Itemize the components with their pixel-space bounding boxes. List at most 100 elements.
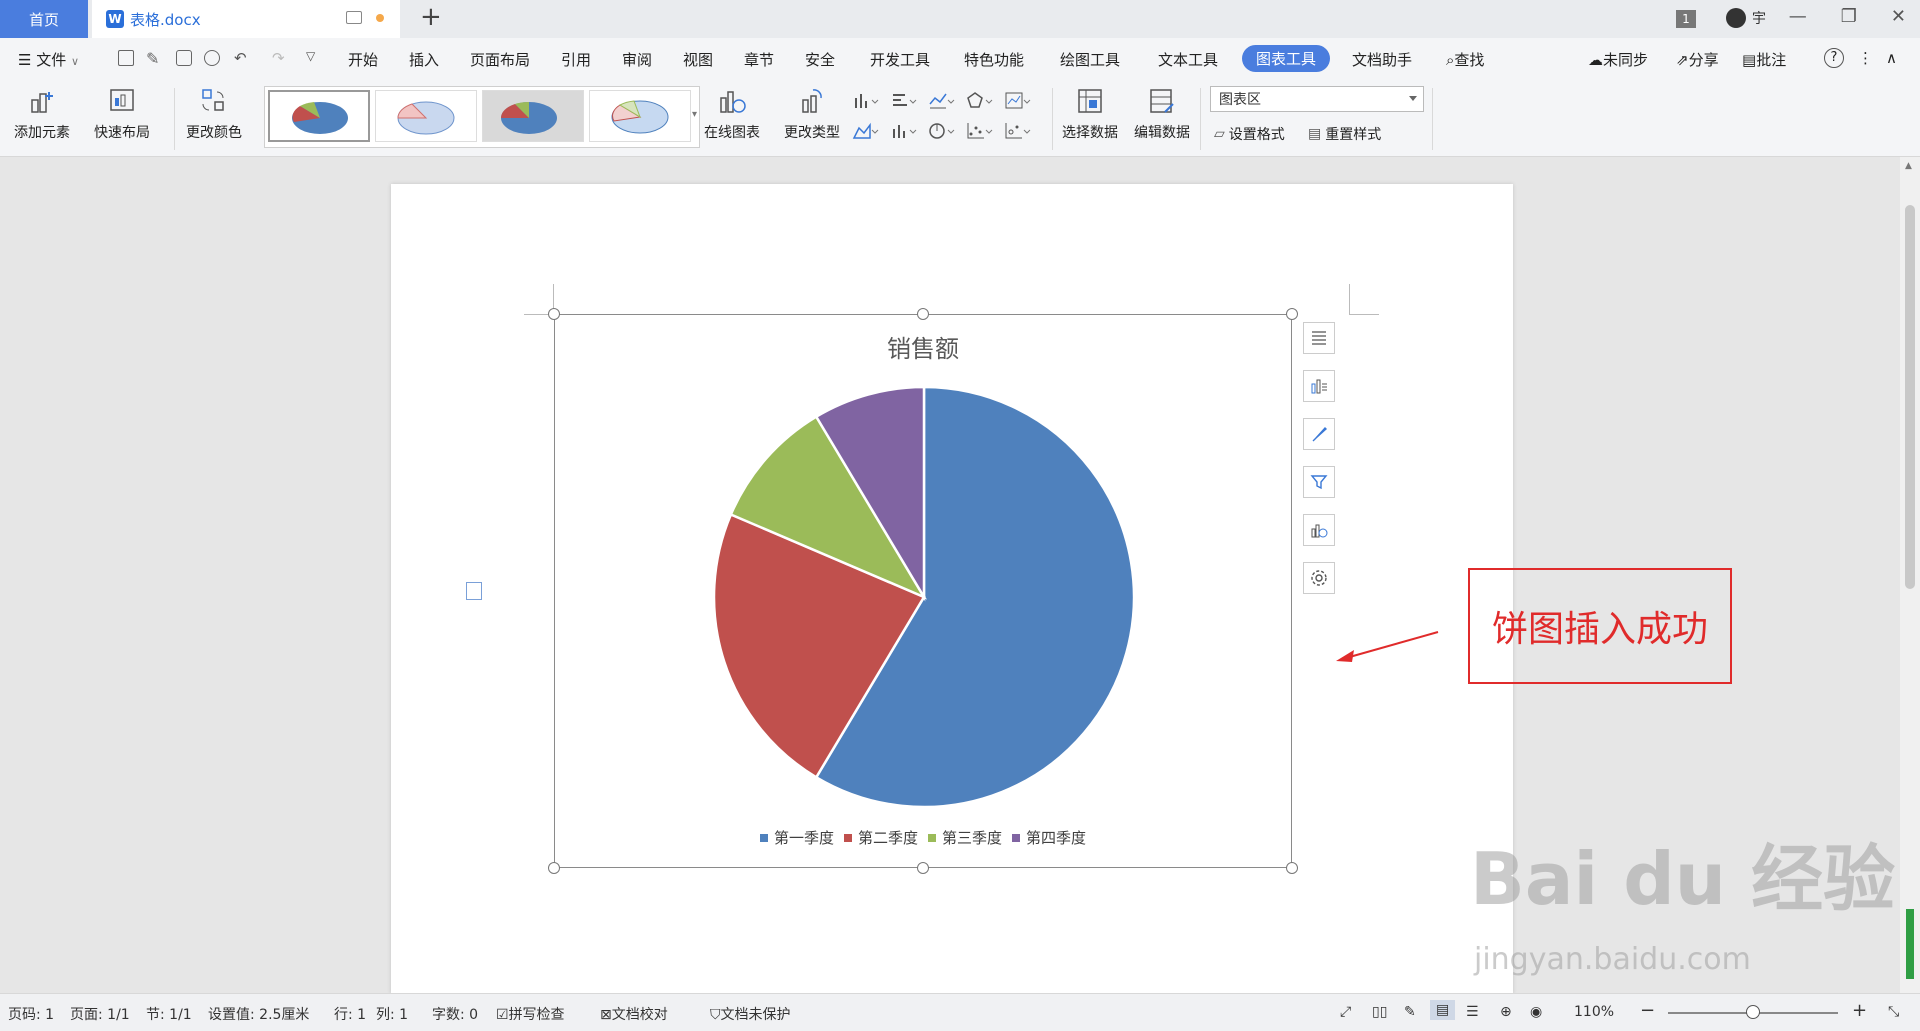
zoom-out-button[interactable]: − bbox=[1640, 1000, 1655, 1021]
outline-view-icon[interactable]: ☰ bbox=[1466, 1004, 1479, 1020]
tab-insert[interactable]: 插入 bbox=[409, 49, 439, 70]
chart-legend[interactable]: 第一季度 第二季度 第三季度 第四季度 bbox=[555, 827, 1291, 848]
tab-developer[interactable]: 开发工具 bbox=[870, 49, 930, 70]
area-chart-icon[interactable] bbox=[852, 120, 880, 142]
zoom-in-button[interactable]: + bbox=[1852, 1000, 1867, 1021]
zoom-level[interactable]: 110% bbox=[1574, 1004, 1614, 1020]
page-view-icon[interactable]: ▤ bbox=[1430, 1000, 1456, 1020]
eye-protection-icon[interactable]: ◉ bbox=[1530, 1004, 1542, 1020]
home-tab[interactable]: 首页 bbox=[0, 0, 88, 38]
share-button[interactable]: ⇗分享 bbox=[1676, 49, 1719, 70]
status-page-number[interactable]: 页码: 1 bbox=[8, 1004, 54, 1024]
resize-handle-bottom-left[interactable] bbox=[548, 862, 560, 874]
window-count-badge[interactable]: 1 bbox=[1676, 10, 1696, 28]
reset-style-button[interactable]: ▤ 重置样式 bbox=[1308, 124, 1381, 144]
resize-handle-top[interactable] bbox=[917, 308, 929, 320]
chart-area[interactable]: 销售额 第一季度 第二季度 第三季度 第四季度 bbox=[554, 314, 1292, 868]
zoom-slider-knob[interactable] bbox=[1746, 1005, 1760, 1019]
status-word-count[interactable]: 字数: 0 bbox=[432, 1004, 478, 1024]
fit-page-icon[interactable]: ⤡ bbox=[1888, 1004, 1899, 1020]
paste-options-icon[interactable] bbox=[466, 582, 482, 600]
status-row[interactable]: 行: 1 bbox=[334, 1004, 366, 1024]
pie-chart-icon[interactable] bbox=[928, 120, 956, 142]
reading-mode-icon[interactable]: ▯▯ bbox=[1372, 1004, 1387, 1020]
new-tab-button[interactable]: + bbox=[420, 2, 442, 32]
close-button[interactable]: ✕ bbox=[1891, 6, 1906, 27]
chart-style-2[interactable] bbox=[375, 90, 477, 142]
chart-brush-button[interactable] bbox=[1303, 418, 1335, 450]
legend-item[interactable]: 第一季度 bbox=[759, 827, 834, 848]
tab-chart-tools[interactable]: 图表工具 bbox=[1242, 45, 1331, 72]
status-pages[interactable]: 页面: 1/1 bbox=[70, 1004, 130, 1024]
write-mode-icon[interactable]: ✎ bbox=[1404, 1004, 1416, 1020]
doc-protect-button[interactable]: ⛉文档未保护 bbox=[710, 1004, 791, 1024]
chart-settings-button[interactable] bbox=[1303, 562, 1335, 594]
doc-proof-button[interactable]: ⊠文档校对 bbox=[600, 1004, 668, 1024]
print-icon[interactable] bbox=[176, 50, 192, 66]
scatter-chart-icon[interactable] bbox=[966, 120, 994, 142]
web-view-icon[interactable]: ⊕ bbox=[1500, 1004, 1512, 1020]
combo-chart-icon[interactable] bbox=[1004, 90, 1032, 112]
search-button[interactable]: ⌕查找 bbox=[1446, 49, 1484, 70]
comment-button[interactable]: ▤批注 bbox=[1742, 49, 1786, 70]
legend-item[interactable]: 第三季度 bbox=[928, 827, 1002, 848]
tab-security[interactable]: 安全 bbox=[805, 49, 835, 70]
bubble-chart-icon[interactable] bbox=[1004, 120, 1032, 142]
tab-doc-assistant[interactable]: 文档助手 bbox=[1352, 49, 1412, 70]
legend-item[interactable]: 第二季度 bbox=[843, 827, 918, 848]
edit-data-button[interactable]: 编辑数据 bbox=[1134, 86, 1190, 142]
user-account[interactable]: 宇 bbox=[1726, 8, 1766, 28]
monitor-icon[interactable] bbox=[346, 11, 362, 24]
tab-chapter[interactable]: 章节 bbox=[744, 49, 774, 70]
status-setting[interactable]: 设置值: 2.5厘米 bbox=[208, 1004, 309, 1024]
tab-page-layout[interactable]: 页面布局 bbox=[470, 49, 530, 70]
document-tab[interactable]: W 表格.docx bbox=[92, 0, 400, 38]
minimize-button[interactable]: — bbox=[1789, 6, 1807, 27]
tab-start[interactable]: 开始 bbox=[348, 49, 378, 70]
customize-toolbar-icon[interactable]: ▽ bbox=[306, 49, 315, 63]
tab-text-tools[interactable]: 文本工具 bbox=[1158, 49, 1218, 70]
pie-chart[interactable] bbox=[555, 315, 1293, 869]
sync-button[interactable]: ☁未同步 bbox=[1588, 49, 1648, 70]
print-preview-icon[interactable] bbox=[204, 50, 220, 66]
tab-features[interactable]: 特色功能 bbox=[964, 49, 1024, 70]
redo-icon[interactable]: ↷ bbox=[272, 49, 285, 67]
tab-view[interactable]: 视图 bbox=[683, 49, 713, 70]
chart-area-select[interactable]: 图表区 bbox=[1210, 86, 1424, 112]
scroll-up-icon[interactable]: ▲ bbox=[1905, 161, 1912, 171]
resize-handle-top-right[interactable] bbox=[1286, 308, 1298, 320]
change-color-button[interactable]: 更改颜色 bbox=[186, 86, 242, 142]
chart-style-1[interactable] bbox=[268, 90, 370, 142]
save-icon[interactable] bbox=[118, 50, 134, 66]
select-data-button[interactable]: 选择数据 bbox=[1062, 86, 1118, 142]
quick-layout-button[interactable]: 快速布局 bbox=[94, 86, 150, 142]
scrollbar-thumb[interactable] bbox=[1905, 205, 1915, 589]
chart-style-3[interactable] bbox=[482, 90, 584, 142]
online-chart-side-button[interactable] bbox=[1303, 514, 1335, 546]
column-chart-icon[interactable] bbox=[852, 90, 880, 112]
spell-check-button[interactable]: ☑拼写检查 bbox=[496, 1004, 565, 1024]
gallery-expand-icon[interactable]: ▾ bbox=[692, 109, 697, 120]
collapse-ribbon-icon[interactable]: ∧ bbox=[1886, 49, 1897, 67]
more-options-icon[interactable]: ⋮ bbox=[1858, 49, 1873, 67]
legend-item[interactable]: 第四季度 bbox=[1012, 827, 1086, 848]
chart-elements-button[interactable] bbox=[1303, 322, 1335, 354]
help-icon[interactable]: ? bbox=[1824, 48, 1844, 68]
stock-chart-icon[interactable] bbox=[890, 120, 918, 142]
tab-references[interactable]: 引用 bbox=[561, 49, 591, 70]
set-format-button[interactable]: ▱ 设置格式 bbox=[1214, 124, 1285, 144]
fullscreen-icon[interactable]: ⤢ bbox=[1340, 1004, 1351, 1020]
online-chart-button[interactable]: 在线图表 bbox=[704, 86, 760, 142]
chart-filter-button[interactable] bbox=[1303, 466, 1335, 498]
resize-handle-bottom[interactable] bbox=[917, 862, 929, 874]
vertical-scrollbar[interactable]: ▲ bbox=[1900, 157, 1920, 993]
add-element-button[interactable]: 添加元素 bbox=[14, 86, 70, 142]
bar-chart-icon[interactable] bbox=[890, 90, 918, 112]
tab-review[interactable]: 审阅 bbox=[622, 49, 652, 70]
resize-handle-top-left[interactable] bbox=[548, 308, 560, 320]
restore-button[interactable]: ❐ bbox=[1841, 6, 1857, 27]
format-painter-icon[interactable]: ✎ bbox=[146, 49, 159, 68]
resize-handle-bottom-right[interactable] bbox=[1286, 862, 1298, 874]
change-type-button[interactable]: 更改类型 bbox=[784, 86, 840, 142]
chart-style-4[interactable] bbox=[589, 90, 691, 142]
